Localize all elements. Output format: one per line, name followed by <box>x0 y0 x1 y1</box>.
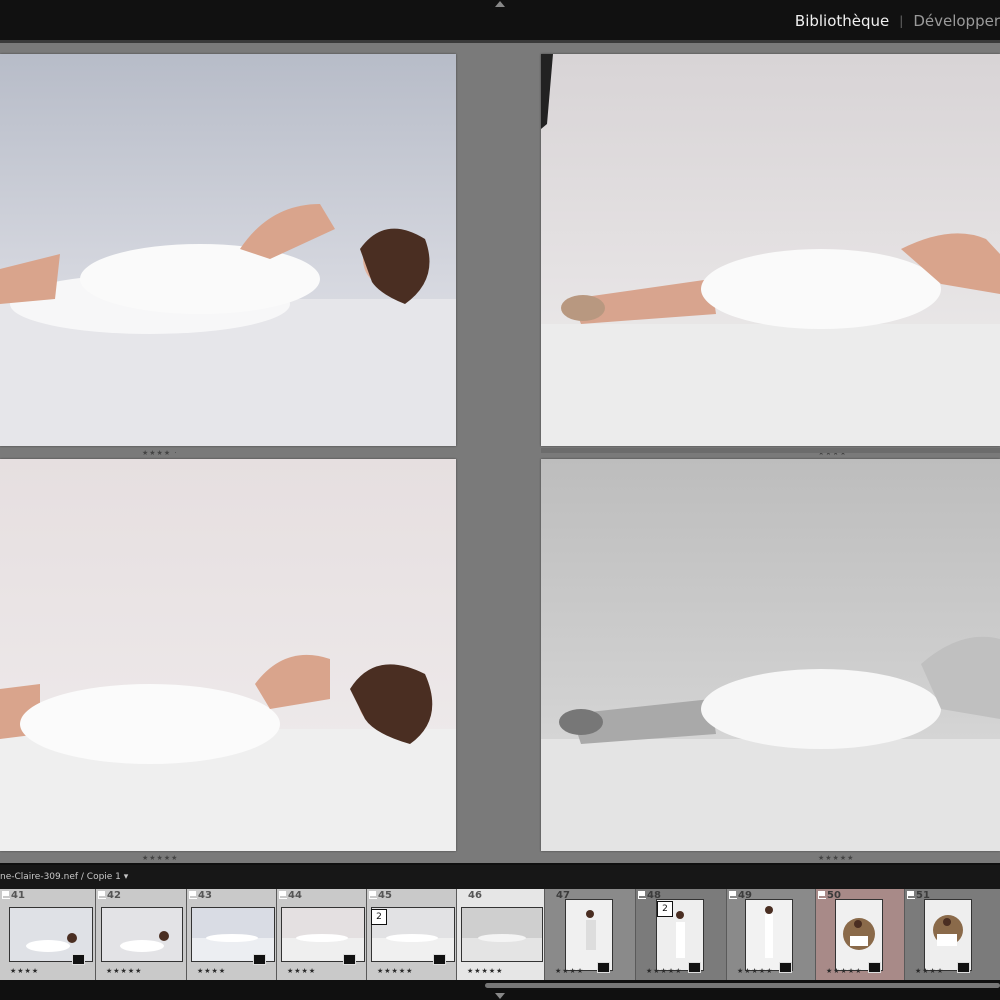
cell-index: 42 <box>107 890 121 901</box>
filmstrip-cell[interactable]: 47 ★★★★ <box>545 889 636 980</box>
survey-photo-1[interactable] <box>0 54 456 446</box>
cell-rating[interactable]: ★★★★★ <box>737 967 773 975</box>
chevron-down-icon[interactable]: ▾ <box>124 872 129 882</box>
flag-icon[interactable] <box>907 891 915 899</box>
collapse-bottom-panel-arrow-icon[interactable] <box>495 993 505 999</box>
cell-rating[interactable]: ★★★★ <box>10 967 39 975</box>
cell-rating[interactable]: ★★★★★ <box>377 967 413 975</box>
stack-count-badge[interactable]: 2 <box>657 901 673 917</box>
cell-rating[interactable]: ★★★★★ <box>646 967 682 975</box>
thumbnail[interactable] <box>745 899 793 971</box>
edit-badge-icon <box>253 954 266 965</box>
flag-icon[interactable] <box>729 891 737 899</box>
survey-photo-1-rating[interactable]: ★★★★ · <box>142 449 178 457</box>
cell-rating[interactable]: ★★★★ <box>287 967 316 975</box>
edit-badge-icon <box>597 962 610 973</box>
cell-rating[interactable]: ★★★★ <box>197 967 226 975</box>
collapse-top-panel-arrow-icon[interactable] <box>495 1 505 7</box>
survey-photo-2[interactable] <box>541 54 1000 446</box>
edit-badge-icon <box>957 962 970 973</box>
module-library[interactable]: Bibliothèque <box>795 12 889 30</box>
thumbnail[interactable] <box>565 899 613 971</box>
stack-count-badge[interactable]: 2 <box>371 909 387 925</box>
flag-icon[interactable] <box>189 891 197 899</box>
survey-photo-3-rating[interactable]: ★★★★★ <box>142 854 178 862</box>
filmstrip-source[interactable]: ne-Claire-309.nef / Copie 1 ▾ <box>0 872 128 882</box>
edit-badge-icon <box>868 962 881 973</box>
cell-index: 44 <box>288 890 302 901</box>
flag-icon[interactable] <box>818 891 826 899</box>
filmstrip: 41 ★★★★ 42 ★★★★★ 43 ★★★★ 44 ★★★★ 45 2 ★★… <box>0 889 1000 980</box>
cell-rating[interactable]: ★★★★★ <box>826 967 862 975</box>
filmstrip-cell[interactable]: 50 ★★★★★ <box>816 889 905 980</box>
thumbnail[interactable] <box>924 899 972 971</box>
module-separator: | <box>899 14 904 28</box>
module-top-bar: Bibliothèque | Développer <box>0 0 1000 40</box>
survey-photo-3[interactable] <box>0 459 456 851</box>
survey-view: ★★★★ · ★★★★ · ★★★★★ ★★★★★ <box>0 43 1000 863</box>
filmstrip-cell[interactable]: 46 ★★★★★ <box>457 889 545 980</box>
filmstrip-header: ne-Claire-309.nef / Copie 1 ▾ <box>0 865 1000 889</box>
filmstrip-cell[interactable]: 48 2 ★★★★★ <box>636 889 727 980</box>
edit-badge-icon <box>72 954 85 965</box>
flag-icon[interactable] <box>369 891 377 899</box>
edit-badge-icon <box>343 954 356 965</box>
filmstrip-source-label: ne-Claire-309.nef / Copie 1 <box>0 872 121 882</box>
cell-rating[interactable]: ★★★★ <box>915 967 944 975</box>
filmstrip-cell[interactable]: 49 ★★★★★ <box>727 889 816 980</box>
cell-rating[interactable]: ★★★★★ <box>106 967 142 975</box>
cell-rating[interactable]: ★★★★ <box>555 967 584 975</box>
flag-icon[interactable] <box>279 891 287 899</box>
thumbnail[interactable] <box>461 907 543 962</box>
cell-index: 43 <box>198 890 212 901</box>
filmstrip-cell[interactable]: 42 ★★★★★ <box>96 889 187 980</box>
filmstrip-scrollbar[interactable] <box>485 983 1000 988</box>
flag-icon[interactable] <box>98 891 106 899</box>
survey-photo-4-rating[interactable]: ★★★★★ <box>818 854 854 862</box>
filmstrip-cell[interactable]: 45 2 ★★★★★ <box>367 889 457 980</box>
survey-photo-4[interactable] <box>541 459 1000 851</box>
thumbnail[interactable] <box>835 899 883 971</box>
pane-2-footer <box>541 448 1000 453</box>
cell-index: 46 <box>468 890 482 901</box>
edit-badge-icon <box>779 962 792 973</box>
flag-icon[interactable] <box>638 891 646 899</box>
cell-index: 41 <box>11 890 25 901</box>
edit-badge-icon <box>688 962 701 973</box>
edit-badge-icon <box>433 954 446 965</box>
filmstrip-cell[interactable]: 44 ★★★★ <box>277 889 367 980</box>
filmstrip-cell[interactable]: 41 ★★★★ <box>0 889 96 980</box>
cell-rating[interactable]: ★★★★★ <box>467 967 503 975</box>
thumbnail[interactable] <box>101 907 183 962</box>
module-picker: Bibliothèque | Développer <box>795 10 1000 32</box>
filmstrip-cell[interactable]: 43 ★★★★ <box>187 889 277 980</box>
flag-icon[interactable] <box>2 891 10 899</box>
module-develop[interactable]: Développer <box>913 12 1000 30</box>
filmstrip-cell[interactable]: 51 ★★★★ <box>905 889 1000 980</box>
cell-index: 45 <box>378 890 392 901</box>
